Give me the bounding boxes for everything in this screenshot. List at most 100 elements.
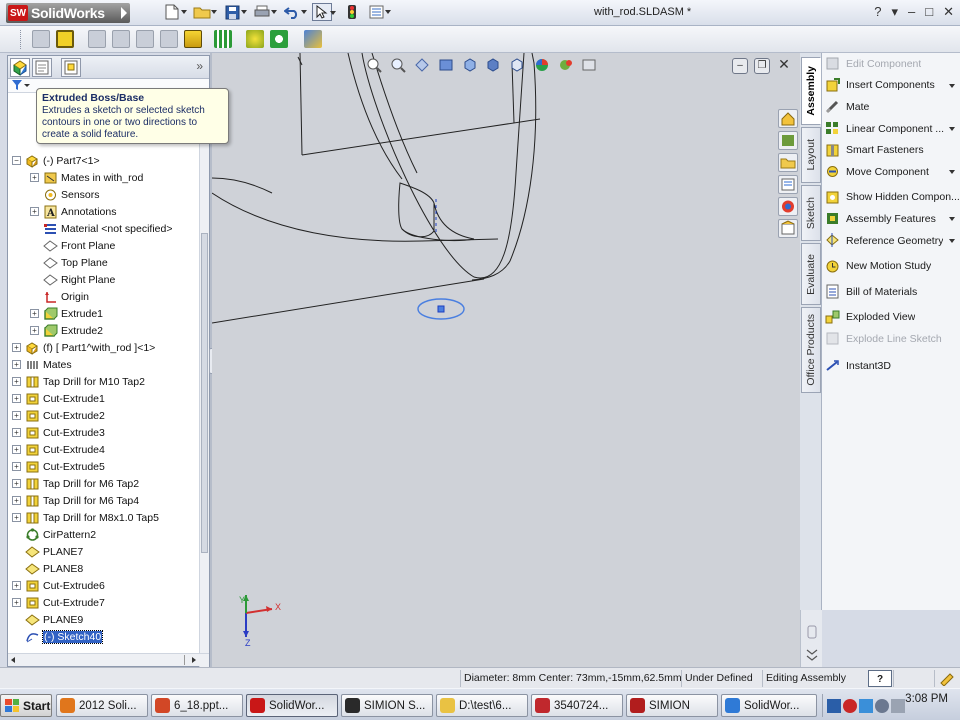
tray-network-icon[interactable] — [859, 698, 873, 713]
command-move-component[interactable]: Move Component — [822, 161, 960, 183]
scrollbar-thumb[interactable] — [201, 233, 208, 553]
help-dropdown-button[interactable]: ▾ — [891, 4, 898, 20]
reference-tool-button[interactable] — [270, 30, 288, 48]
taskbar-button[interactable]: 3540724... — [531, 694, 623, 717]
expand-icon[interactable]: + — [30, 326, 39, 335]
previous-view-button[interactable] — [412, 55, 432, 75]
insert-part-button[interactable] — [112, 30, 130, 48]
view-orientation-button[interactable] — [460, 55, 480, 75]
tree-item[interactable]: + Cut-Extrude2 — [8, 407, 202, 424]
tree-item[interactable]: Top Plane — [8, 254, 202, 271]
tree-item[interactable]: + Tap Drill for M10 Tap2 — [8, 373, 202, 390]
taskbar-button[interactable]: SolidWor... — [721, 694, 817, 717]
appearances-button[interactable] — [778, 197, 798, 216]
expand-icon[interactable]: + — [12, 428, 21, 437]
feature-manager-tab[interactable] — [10, 58, 30, 77]
tree-item[interactable]: Sensors — [8, 186, 202, 203]
close-button[interactable]: ✕ — [943, 4, 954, 20]
expand-icon[interactable]: + — [12, 479, 21, 488]
open-button[interactable] — [192, 3, 217, 21]
expand-icon[interactable]: + — [12, 598, 21, 607]
command-reference-geometry[interactable]: Reference Geometry — [822, 230, 960, 252]
hide-show-items-button[interactable] — [508, 55, 528, 75]
tree-item[interactable]: − (-) Part7<1> — [8, 152, 202, 169]
tree-item[interactable]: Material <not specified> — [8, 220, 202, 237]
dropdown-arrow-icon[interactable] — [949, 83, 955, 88]
collapse-panel-button[interactable]: » — [196, 59, 203, 73]
property-manager-tab[interactable] — [32, 58, 52, 77]
expand-icon[interactable]: + — [12, 394, 21, 403]
extruded-boss-button[interactable] — [56, 30, 74, 48]
view-palette-button[interactable] — [778, 175, 798, 194]
zoom-area-button[interactable] — [388, 55, 408, 75]
pattern-tool-button[interactable] — [214, 30, 232, 48]
taskbar-button[interactable]: SolidWor... — [246, 694, 338, 717]
tree-item[interactable]: + Cut-Extrude4 — [8, 441, 202, 458]
tab-evaluate[interactable]: Evaluate — [801, 243, 821, 305]
tree-item[interactable]: PLANE8 — [8, 560, 202, 577]
collapse-icon[interactable]: − — [12, 156, 21, 165]
expand-icon[interactable]: + — [12, 343, 21, 352]
toolbar-grip[interactable] — [20, 30, 23, 49]
dropdown-arrow-icon[interactable] — [949, 126, 955, 131]
zoom-to-fit-button[interactable] — [364, 55, 384, 75]
command-mate[interactable]: Mate — [822, 96, 960, 118]
tab-office-products[interactable]: Office Products — [801, 307, 821, 393]
maximize-button[interactable]: □ — [925, 4, 933, 20]
expand-icon[interactable]: + — [30, 207, 39, 216]
tree-item[interactable]: + Cut-Extrude3 — [8, 424, 202, 441]
tree-item[interactable]: + Tap Drill for M6 Tap4 — [8, 492, 202, 509]
tray-shield-icon[interactable] — [875, 698, 889, 713]
help-button[interactable]: ? — [874, 4, 881, 20]
save-button[interactable] — [222, 3, 247, 21]
command-bill-of-materials[interactable]: Bill of Materials — [822, 281, 960, 303]
expand-icon[interactable]: + — [12, 445, 21, 454]
tree-item[interactable]: + Tap Drill for M8x1.0 Tap5 — [8, 509, 202, 526]
start-button[interactable]: Start — [0, 694, 52, 717]
tree-item[interactable]: PLANE7 — [8, 543, 202, 560]
tree-item[interactable]: + Mates in with_rod — [8, 169, 202, 186]
command-linear-component[interactable]: Linear Component ... — [822, 118, 960, 140]
tree-item[interactable]: + Tap Drill for M6 Tap2 — [8, 475, 202, 492]
expand-icon[interactable]: + — [12, 513, 21, 522]
taskbar-button[interactable]: 2012 Soli... — [56, 694, 148, 717]
tree-item[interactable]: + Mates — [8, 356, 202, 373]
undo-button[interactable] — [282, 3, 307, 21]
command-instant3d[interactable]: Instant3D — [822, 355, 960, 377]
dropdown-arrow-icon[interactable] — [949, 238, 955, 243]
expand-icon[interactable]: + — [12, 360, 21, 369]
minimize-button[interactable]: – — [908, 4, 915, 20]
expand-icon[interactable]: + — [12, 377, 21, 386]
expand-icon[interactable]: + — [12, 411, 21, 420]
tab-assembly[interactable]: Assembly — [801, 57, 821, 125]
tree-item[interactable]: + Cut-Extrude1 — [8, 390, 202, 407]
tree-item[interactable]: Origin — [8, 288, 202, 305]
measure-tool-button[interactable] — [304, 30, 322, 48]
sensor-tool-button[interactable] — [246, 30, 264, 48]
feature-tree-horizontal-scrollbar[interactable] — [8, 653, 209, 666]
graphics-area[interactable]: – ❐ ✕ Y X Z — [212, 53, 800, 667]
component-properties-button[interactable] — [184, 30, 202, 48]
new-document-button[interactable] — [162, 3, 187, 21]
dropdown-arrow-icon[interactable] — [949, 169, 955, 174]
edit-appearance-button[interactable] — [532, 55, 552, 75]
rebuild-button[interactable] — [342, 3, 362, 21]
mate-tool-button[interactable] — [136, 30, 154, 48]
design-library-button[interactable] — [778, 131, 798, 150]
tree-item[interactable]: + Cut-Extrude7 — [8, 594, 202, 611]
taskbar-button[interactable]: D:\test\6... — [436, 694, 528, 717]
assembly-tool-button[interactable] — [160, 30, 178, 48]
configuration-manager-tab[interactable] — [61, 58, 81, 77]
command-insert-components[interactable]: Insert Components — [822, 75, 960, 97]
section-view-button[interactable] — [436, 55, 456, 75]
view-settings-button[interactable] — [580, 55, 600, 75]
viewport-close-button[interactable]: ✕ — [776, 57, 792, 74]
feature-tree-scrollbar[interactable] — [199, 93, 209, 697]
status-options-button[interactable] — [934, 670, 960, 687]
status-help-button[interactable]: ? — [868, 670, 892, 687]
tray-alert-icon[interactable] — [843, 698, 857, 713]
expand-icon[interactable]: + — [12, 581, 21, 590]
command-smart-fasteners[interactable]: Smart Fasteners — [822, 139, 960, 161]
taskbar-button[interactable]: SIMION S... — [341, 694, 433, 717]
command-show-hidden-compon[interactable]: Show Hidden Compon... — [822, 187, 960, 209]
